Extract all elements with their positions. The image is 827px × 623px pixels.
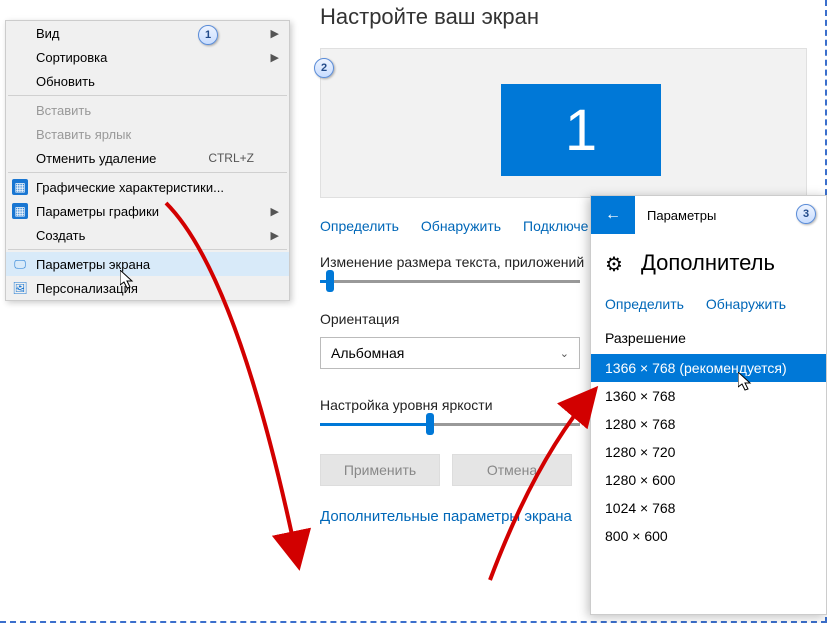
- cancel-button[interactable]: Отмена: [452, 454, 572, 486]
- detect-link[interactable]: Обнаружить: [421, 218, 501, 234]
- chevron-down-icon: ⌄: [560, 347, 569, 360]
- ctx-label: Параметры экрана: [36, 257, 150, 272]
- adv-header: ← Параметры: [591, 196, 826, 234]
- chip-icon: ▦: [12, 203, 28, 219]
- chevron-right-icon: ▶: [271, 27, 279, 40]
- resolution-option[interactable]: 1280 × 600: [591, 466, 826, 494]
- orientation-dropdown[interactable]: Альбомная ⌄: [320, 337, 580, 369]
- ctx-view[interactable]: Вид ▶: [6, 21, 289, 45]
- ctx-label: Обновить: [36, 74, 95, 89]
- ctx-display-settings[interactable]: 🖵 Параметры экрана: [6, 252, 289, 276]
- ctx-label: Вставить ярлык: [36, 127, 131, 142]
- monitor-1[interactable]: 1: [501, 84, 661, 176]
- desktop-context-menu: Вид ▶ Сортировка ▶ Обновить Вставить Вст…: [5, 20, 290, 301]
- chip-icon: ▦: [12, 179, 28, 195]
- ctx-label: Создать: [36, 228, 85, 243]
- resolution-option[interactable]: 800 × 600: [591, 522, 826, 550]
- adv-header-title: Параметры: [647, 208, 716, 223]
- ctx-undo-delete[interactable]: Отменить удаление CTRL+Z: [6, 146, 289, 170]
- connect-link[interactable]: Подключе: [523, 218, 588, 234]
- ctx-label: Отменить удаление: [36, 151, 156, 166]
- adv-title: ⚙ Дополнитель: [591, 234, 826, 296]
- ctx-label: Графические характеристики...: [36, 180, 224, 195]
- monitor-preview-area: 1: [320, 48, 807, 198]
- annotation-1: 1: [198, 25, 218, 45]
- slider-thumb[interactable]: [426, 413, 434, 435]
- chevron-right-icon: ▶: [271, 229, 279, 242]
- identify-link[interactable]: Определить: [320, 218, 399, 234]
- adv-detect-link[interactable]: Обнаружить: [706, 296, 786, 312]
- ctx-new[interactable]: Создать ▶: [6, 223, 289, 247]
- ctx-refresh[interactable]: Обновить: [6, 69, 289, 93]
- ctx-label: Персонализация: [36, 281, 138, 296]
- monitor-icon: 🖵: [12, 256, 28, 272]
- brightness-slider[interactable]: [320, 423, 580, 426]
- ctx-shortcut: CTRL+Z: [208, 151, 254, 165]
- advanced-display-panel: ← Параметры ⚙ Дополнитель Определить Обн…: [590, 195, 827, 615]
- resolution-list: 1366 × 768 (рекомендуется)1360 × 7681280…: [591, 354, 826, 550]
- chevron-right-icon: ▶: [271, 205, 279, 218]
- ctx-personalize[interactable]: 🖼 Персонализация: [6, 276, 289, 300]
- ctx-sort[interactable]: Сортировка ▶: [6, 45, 289, 69]
- ctx-label: Сортировка: [36, 50, 107, 65]
- adv-identify-link[interactable]: Определить: [605, 296, 684, 312]
- annotation-2: 2: [314, 58, 334, 78]
- slider-thumb[interactable]: [326, 270, 334, 292]
- resolution-option[interactable]: 1360 × 768: [591, 382, 826, 410]
- separator: [8, 249, 287, 250]
- resolution-option[interactable]: 1366 × 768 (рекомендуется): [591, 354, 826, 382]
- resolution-label: Разрешение: [591, 330, 826, 354]
- ctx-label: Параметры графики: [36, 204, 159, 219]
- arrow-left-icon: ←: [605, 206, 621, 224]
- apply-button[interactable]: Применить: [320, 454, 440, 486]
- gear-icon: ⚙: [605, 252, 623, 277]
- slider-fill: [320, 423, 430, 426]
- ctx-graphics-params[interactable]: ▦ Параметры графики ▶: [6, 199, 289, 223]
- annotation-3: 3: [796, 204, 816, 224]
- back-button[interactable]: ←: [591, 196, 635, 234]
- page-title: Настройте ваш экран: [320, 4, 807, 30]
- resolution-option[interactable]: 1024 × 768: [591, 494, 826, 522]
- ctx-paste: Вставить: [6, 98, 289, 122]
- chevron-right-icon: ▶: [271, 51, 279, 64]
- ctx-paste-shortcut: Вставить ярлык: [6, 122, 289, 146]
- personalize-icon: 🖼: [12, 280, 28, 296]
- separator: [8, 95, 287, 96]
- separator: [8, 172, 287, 173]
- ctx-label: Вид: [36, 26, 60, 41]
- ctx-label: Вставить: [36, 103, 91, 118]
- advanced-settings-link[interactable]: Дополнительные параметры экрана: [320, 508, 572, 525]
- dropdown-value: Альбомная: [331, 345, 404, 361]
- text-size-slider[interactable]: [320, 280, 580, 283]
- ctx-graphics-props[interactable]: ▦ Графические характеристики...: [6, 175, 289, 199]
- adv-title-text: Дополнитель: [641, 250, 775, 276]
- adv-actions: Определить Обнаружить: [591, 296, 826, 330]
- resolution-option[interactable]: 1280 × 768: [591, 410, 826, 438]
- resolution-option[interactable]: 1280 × 720: [591, 438, 826, 466]
